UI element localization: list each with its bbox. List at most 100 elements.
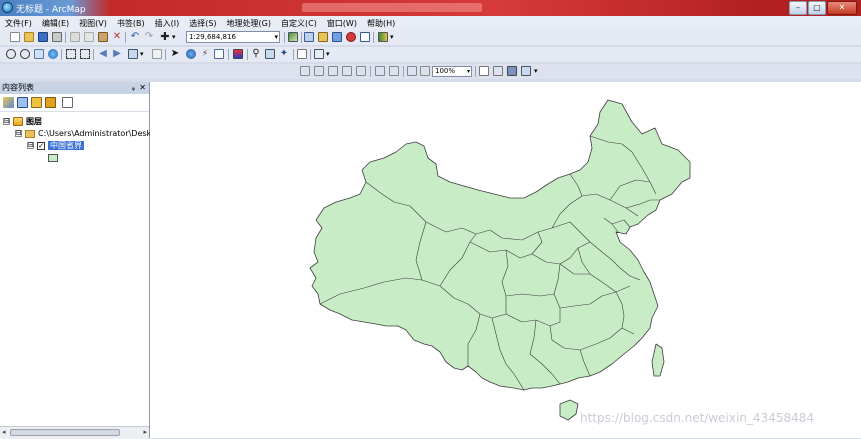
map-data-view[interactable]: https://blog.csdn.net/weixin_43458484 bbox=[150, 82, 861, 438]
data-driven-pages-icon[interactable] bbox=[521, 66, 531, 76]
collapse-icon[interactable]: ⊟ bbox=[15, 130, 22, 137]
collapse-icon[interactable]: ⊟ bbox=[27, 142, 34, 149]
menu-file[interactable]: 文件(F) bbox=[0, 18, 37, 29]
zoom-out-icon[interactable] bbox=[20, 49, 30, 59]
minimize-button[interactable]: – bbox=[789, 1, 807, 15]
arctoolbox-icon[interactable] bbox=[346, 32, 356, 42]
menu-insert[interactable]: 插入(I) bbox=[150, 18, 185, 29]
zoom-in-icon[interactable] bbox=[6, 49, 16, 59]
open-folder-icon[interactable] bbox=[24, 32, 34, 42]
menu-view[interactable]: 视图(V) bbox=[74, 18, 112, 29]
maximize-button[interactable]: □ bbox=[808, 1, 826, 15]
watermark-url: https://blog.csdn.net/weixin_43458484 bbox=[580, 411, 815, 425]
time-slider-icon[interactable] bbox=[297, 49, 307, 59]
select-elements-icon[interactable]: ➤ bbox=[170, 49, 180, 59]
zoom-whole-page-icon[interactable] bbox=[342, 66, 352, 76]
full-extent-icon[interactable] bbox=[48, 49, 58, 59]
collapse-icon[interactable]: ⊟ bbox=[3, 118, 10, 125]
map-scale-combobox[interactable]: 1:29,684,816 ▾ bbox=[186, 31, 280, 43]
select-by-graphics-icon[interactable] bbox=[128, 49, 138, 59]
menu-selection[interactable]: 选择(S) bbox=[184, 18, 221, 29]
go-forward-extent-icon[interactable] bbox=[420, 66, 430, 76]
toolbar-options-icon[interactable]: ▾ bbox=[390, 32, 400, 42]
layout-zoom-out-icon[interactable] bbox=[314, 66, 324, 76]
scroll-thumb[interactable] bbox=[10, 429, 120, 436]
layout-options-icon[interactable]: ▾ bbox=[534, 66, 544, 76]
measure-icon[interactable] bbox=[233, 49, 243, 59]
layout-zoom-in-icon[interactable] bbox=[300, 66, 310, 76]
copy-icon[interactable] bbox=[84, 32, 94, 42]
layout-zoom-combobox[interactable]: 100% ▾ bbox=[432, 66, 472, 77]
catalog-window-icon[interactable] bbox=[318, 32, 328, 42]
mainland-outline bbox=[309, 99, 691, 391]
model-builder-icon[interactable] bbox=[378, 32, 388, 42]
search-window-icon[interactable] bbox=[332, 32, 342, 42]
tree-layer-province-boundaries[interactable]: ⊟ ✓ 中国省界 bbox=[27, 140, 84, 151]
print-icon[interactable] bbox=[52, 32, 62, 42]
menu-windows[interactable]: 窗口(W) bbox=[322, 18, 362, 29]
table-of-contents-icon[interactable] bbox=[304, 32, 314, 42]
tree-data-source-folder[interactable]: ⊟ C:\Users\Administrator\Desk bbox=[15, 128, 151, 139]
fixed-zoom-out-layout-icon[interactable] bbox=[389, 66, 399, 76]
fixed-zoom-out-icon[interactable] bbox=[80, 49, 90, 59]
fixed-zoom-in-layout-icon[interactable] bbox=[375, 66, 385, 76]
list-by-selection-icon[interactable] bbox=[45, 97, 56, 108]
tools-options-icon[interactable]: ▾ bbox=[326, 49, 336, 59]
menu-customize[interactable]: 自定义(C) bbox=[276, 18, 322, 29]
find-route-icon[interactable] bbox=[265, 49, 275, 59]
pan-icon[interactable] bbox=[34, 49, 44, 59]
fixed-zoom-in-icon[interactable] bbox=[66, 49, 76, 59]
layers-icon bbox=[13, 117, 23, 126]
clear-selection-icon[interactable] bbox=[152, 49, 162, 59]
select-dropdown-icon[interactable]: ▾ bbox=[140, 49, 150, 59]
new-document-icon[interactable] bbox=[10, 32, 20, 42]
menu-edit[interactable]: 编辑(E) bbox=[37, 18, 74, 29]
cut-icon[interactable] bbox=[70, 32, 80, 42]
toc-horizontal-scrollbar[interactable]: ◂ ▸ bbox=[0, 426, 149, 439]
layer-name-label[interactable]: 中国省界 bbox=[48, 141, 84, 150]
chevron-down-icon[interactable]: ▾ bbox=[467, 67, 470, 76]
toggle-draft-mode-icon[interactable] bbox=[479, 66, 489, 76]
arcmap-app-icon[interactable] bbox=[2, 2, 13, 13]
change-layout-icon[interactable] bbox=[507, 66, 517, 76]
paste-icon[interactable] bbox=[98, 32, 108, 42]
layer-visibility-checkbox[interactable]: ✓ bbox=[37, 141, 45, 150]
list-by-drawing-order-icon[interactable] bbox=[3, 97, 14, 108]
scroll-right-icon[interactable]: ▸ bbox=[143, 428, 147, 436]
toolbar-separator bbox=[293, 49, 294, 60]
list-by-source-icon[interactable] bbox=[17, 97, 28, 108]
go-back-extent-icon[interactable] bbox=[407, 66, 417, 76]
close-icon[interactable]: ✕ bbox=[139, 82, 146, 94]
scroll-left-icon[interactable]: ◂ bbox=[2, 428, 6, 436]
menu-geoprocessing[interactable]: 地理处理(G) bbox=[222, 18, 276, 29]
redo-icon[interactable]: ↷ bbox=[144, 32, 154, 42]
hyperlink-icon[interactable]: ⚡ bbox=[200, 49, 210, 59]
layer-symbol-swatch[interactable] bbox=[48, 154, 58, 162]
menu-help[interactable]: 帮助(H) bbox=[362, 18, 400, 29]
add-data-icon[interactable]: ✚ bbox=[160, 31, 170, 42]
china-province-map[interactable] bbox=[150, 82, 861, 438]
go-back-icon[interactable]: ◀ bbox=[98, 49, 108, 59]
delete-icon[interactable]: ✕ bbox=[112, 32, 122, 42]
go-forward-icon[interactable]: ▶ bbox=[112, 49, 122, 59]
add-data-dropdown-icon[interactable]: ▾ bbox=[172, 32, 182, 42]
find-icon[interactable]: ⚲ bbox=[251, 49, 261, 59]
list-by-visibility-icon[interactable] bbox=[31, 97, 42, 108]
focus-data-frame-icon[interactable] bbox=[493, 66, 503, 76]
identify-icon[interactable] bbox=[186, 49, 196, 59]
save-icon[interactable] bbox=[38, 32, 48, 42]
html-popup-icon[interactable] bbox=[214, 49, 224, 59]
undo-icon[interactable]: ↶ bbox=[130, 32, 140, 42]
menu-bookmarks[interactable]: 书签(B) bbox=[112, 18, 150, 29]
close-button[interactable]: ✕ bbox=[827, 1, 857, 15]
go-to-xy-icon[interactable]: ✦ bbox=[279, 49, 289, 59]
chevron-down-icon[interactable]: ▾ bbox=[274, 32, 278, 42]
create-viewer-window-icon[interactable] bbox=[314, 49, 324, 59]
editor-toolbar-icon[interactable] bbox=[288, 32, 298, 42]
pin-icon[interactable]: ᵩ bbox=[132, 82, 135, 94]
toc-options-icon[interactable] bbox=[62, 97, 73, 108]
tree-root-layers[interactable]: ⊟ 图层 bbox=[3, 116, 42, 127]
zoom-to-100-icon[interactable] bbox=[356, 66, 366, 76]
python-window-icon[interactable] bbox=[360, 32, 370, 42]
layout-pan-icon[interactable] bbox=[328, 66, 338, 76]
